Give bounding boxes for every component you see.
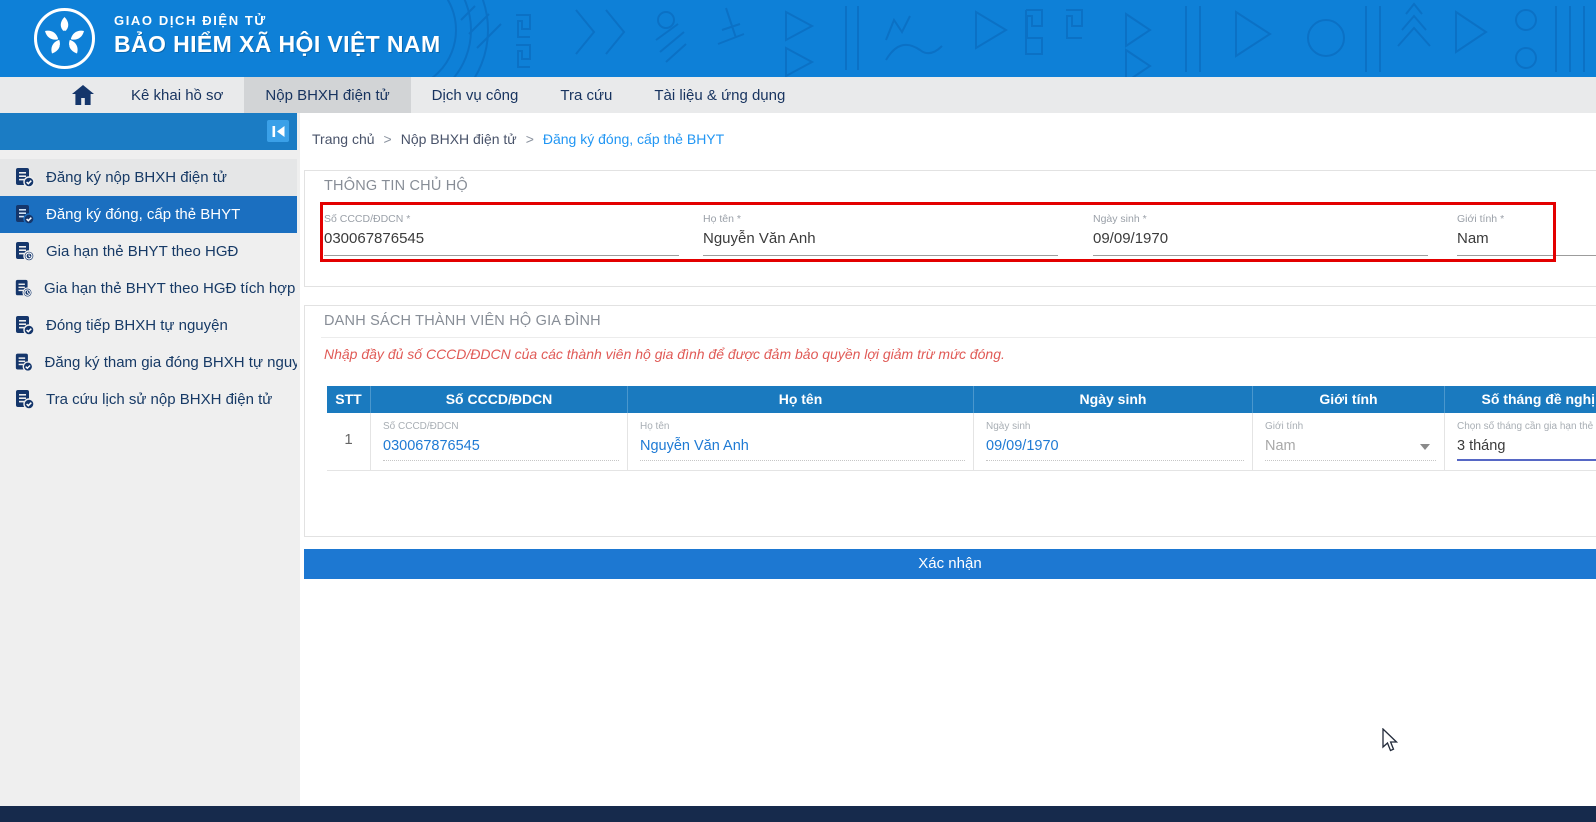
row-cccd-cell: Số CCCD/ĐDCN 030067876545 bbox=[371, 413, 628, 471]
nav-home-button[interactable] bbox=[56, 77, 110, 113]
breadcrumb-trang-chu[interactable]: Trang chủ bbox=[312, 131, 375, 147]
dotted-underline bbox=[1265, 460, 1436, 461]
col-header-gioitinh: Giới tính bbox=[1253, 386, 1445, 413]
collapse-sidebar-icon bbox=[272, 125, 284, 137]
sidebar-item-dong-tiep-bhxh-tu-nguyen[interactable]: Đóng tiếp BHXH tự nguyện bbox=[0, 307, 297, 344]
nav-item-tra-cuu[interactable]: Tra cứu bbox=[539, 77, 633, 113]
breadcrumb-separator: > bbox=[525, 131, 534, 147]
sidebar-item-label: Gia hạn thẻ BHYT theo HGĐ tích hợp gi... bbox=[44, 280, 297, 297]
brand-subtitle: GIAO DỊCH ĐIỆN TỬ bbox=[114, 13, 267, 28]
document-check-icon bbox=[15, 353, 34, 372]
breadcrumb-nop-bhxh-dien-tu[interactable]: Nộp BHXH điện tử bbox=[401, 131, 517, 147]
row-stt-cell: 1 bbox=[327, 413, 371, 471]
col-header-sothang: Số tháng đề nghị g bbox=[1445, 386, 1596, 413]
dob-input[interactable]: 09/09/1970 bbox=[986, 438, 1059, 454]
sidebar-item-dang-ky-tham-gia-dong-bhxh[interactable]: Đăng ký tham gia đóng BHXH tự nguyện bbox=[0, 344, 297, 381]
cccd-input[interactable]: 030067876545 bbox=[383, 438, 480, 454]
chevron-down-icon[interactable] bbox=[1420, 444, 1430, 450]
vss-logo[interactable] bbox=[33, 7, 96, 70]
col-header-ngaysinh: Ngày sinh bbox=[974, 386, 1253, 413]
focused-underline bbox=[1457, 459, 1596, 461]
brand-text: GIAO DỊCH ĐIỆN TỬ BẢO HIỂM XÃ HỘI VIỆT N… bbox=[114, 13, 441, 58]
app-header: GIAO DỊCH ĐIỆN TỬ BẢO HIỂM XÃ HỘI VIỆT N… bbox=[0, 0, 1596, 77]
dongson-drum-pattern-decoration bbox=[431, 0, 1585, 77]
document-clock-icon bbox=[15, 279, 33, 298]
col-header-hoten: Họ tên bbox=[628, 386, 974, 413]
nav-item-tai-lieu-ung-dung[interactable]: Tài liệu & ứng dụng bbox=[633, 77, 806, 113]
row-name-cell: Họ tên Nguyễn Văn Anh bbox=[628, 413, 974, 471]
mouse-cursor bbox=[1382, 728, 1399, 752]
sidebar-menu: Đăng ký nộp BHXH điện tử Đăng ký đóng, c… bbox=[0, 159, 297, 418]
members-table: STT Số CCCD/ĐDCN Họ tên Ngày sinh Giới t… bbox=[327, 386, 1596, 471]
sidebar-item-dang-ky-nop-bhxh[interactable]: Đăng ký nộp BHXH điện tử bbox=[0, 159, 297, 196]
members-section-title: DANH SÁCH THÀNH VIÊN HỘ GIA ĐÌNH bbox=[324, 313, 601, 329]
members-table-header: STT Số CCCD/ĐDCN Họ tên Ngày sinh Giới t… bbox=[327, 386, 1596, 413]
breadcrumb: Trang chủ > Nộp BHXH điện tử > Đăng ký đ… bbox=[312, 131, 724, 147]
months-select-label: Chọn số tháng cần gia hạn thẻ BHY bbox=[1457, 421, 1596, 432]
collapse-sidebar-button[interactable] bbox=[267, 120, 289, 142]
section-divider bbox=[321, 337, 1596, 338]
document-check-icon bbox=[16, 168, 35, 188]
dob-input-label: Ngày sinh bbox=[986, 421, 1031, 432]
red-highlight-box bbox=[320, 202, 1556, 262]
page: GIAO DỊCH ĐIỆN TỬ BẢO HIỂM XÃ HỘI VIỆT N… bbox=[0, 0, 1596, 822]
breadcrumb-separator: > bbox=[383, 131, 392, 147]
document-check-icon bbox=[16, 205, 35, 225]
name-input-label: Họ tên bbox=[640, 421, 670, 432]
row-index: 1 bbox=[344, 431, 353, 448]
nav-item-ke-khai-ho-so[interactable]: Kê khai hồ sơ bbox=[110, 77, 244, 113]
dotted-underline bbox=[986, 460, 1244, 461]
footer-bar bbox=[0, 806, 1596, 822]
sidebar-item-label: Tra cứu lịch sử nộp BHXH điện tử bbox=[46, 391, 273, 408]
sidebar-item-label: Đăng ký nộp BHXH điện tử bbox=[46, 169, 227, 186]
sidebar-item-label: Đóng tiếp BHXH tự nguyện bbox=[46, 317, 228, 334]
document-check-icon bbox=[16, 390, 35, 410]
nav-item-nop-bhxh-dien-tu[interactable]: Nộp BHXH điện tử bbox=[244, 77, 411, 113]
sidebar-item-label: Đăng ký đóng, cấp thẻ BHYT bbox=[46, 206, 241, 223]
confirm-button[interactable]: Xác nhận bbox=[304, 549, 1596, 579]
dotted-underline bbox=[640, 460, 965, 461]
sidebar-item-gia-han-the-bhyt-hgd[interactable]: Gia hạn thẻ BHYT theo HGĐ bbox=[0, 233, 297, 270]
dotted-underline bbox=[383, 460, 619, 461]
gender-select[interactable]: Nam bbox=[1265, 438, 1296, 454]
row-gender-cell: Giới tính Nam bbox=[1253, 413, 1445, 471]
document-clock-icon bbox=[16, 242, 35, 262]
home-icon bbox=[72, 85, 94, 105]
sidebar-item-dang-ky-dong-cap-the-bhyt[interactable]: Đăng ký đóng, cấp thẻ BHYT bbox=[0, 196, 297, 233]
row-months-cell: Chọn số tháng cần gia hạn thẻ BHY 3 thán… bbox=[1445, 413, 1596, 471]
row-dob-cell: Ngày sinh 09/09/1970 bbox=[974, 413, 1253, 471]
sidebar-header-strip bbox=[0, 113, 297, 150]
gender-select-label: Giới tính bbox=[1265, 421, 1304, 432]
members-note: Nhập đầy đủ số CCCD/ĐDCN của các thành v… bbox=[324, 346, 1005, 362]
owner-section-title: THÔNG TIN CHỦ HỘ bbox=[324, 178, 468, 194]
breadcrumb-current-page: Đăng ký đóng, cấp thẻ BHYT bbox=[542, 131, 725, 147]
name-input[interactable]: Nguyễn Văn Anh bbox=[640, 438, 749, 454]
document-check-icon bbox=[16, 316, 35, 336]
sidebar-item-tra-cuu-lich-su-nop-bhxh[interactable]: Tra cứu lịch sử nộp BHXH điện tử bbox=[0, 381, 297, 418]
table-row: 1 Số CCCD/ĐDCN 030067876545 Họ tên Nguyễ… bbox=[327, 413, 1596, 471]
cccd-input-label: Số CCCD/ĐDCN bbox=[383, 421, 459, 432]
sidebar: Đăng ký nộp BHXH điện tử Đăng ký đóng, c… bbox=[0, 113, 300, 806]
sidebar-item-gia-han-the-bhyt-hgd-tich-hop[interactable]: Gia hạn thẻ BHYT theo HGĐ tích hợp gi... bbox=[0, 270, 297, 307]
col-header-stt: STT bbox=[327, 386, 371, 413]
nav-item-dich-vu-cong[interactable]: Dịch vụ công bbox=[411, 77, 540, 113]
col-header-cccd: Số CCCD/ĐDCN bbox=[371, 386, 628, 413]
brand-title: BẢO HIỂM XÃ HỘI VIỆT NAM bbox=[114, 31, 441, 57]
sidebar-item-label: Gia hạn thẻ BHYT theo HGĐ bbox=[46, 243, 239, 260]
main-nav: Kê khai hồ sơ Nộp BHXH điện tử Dịch vụ c… bbox=[0, 77, 1596, 113]
sidebar-item-label: Đăng ký tham gia đóng BHXH tự nguyện bbox=[44, 354, 298, 371]
months-select[interactable]: 3 tháng bbox=[1457, 438, 1505, 454]
